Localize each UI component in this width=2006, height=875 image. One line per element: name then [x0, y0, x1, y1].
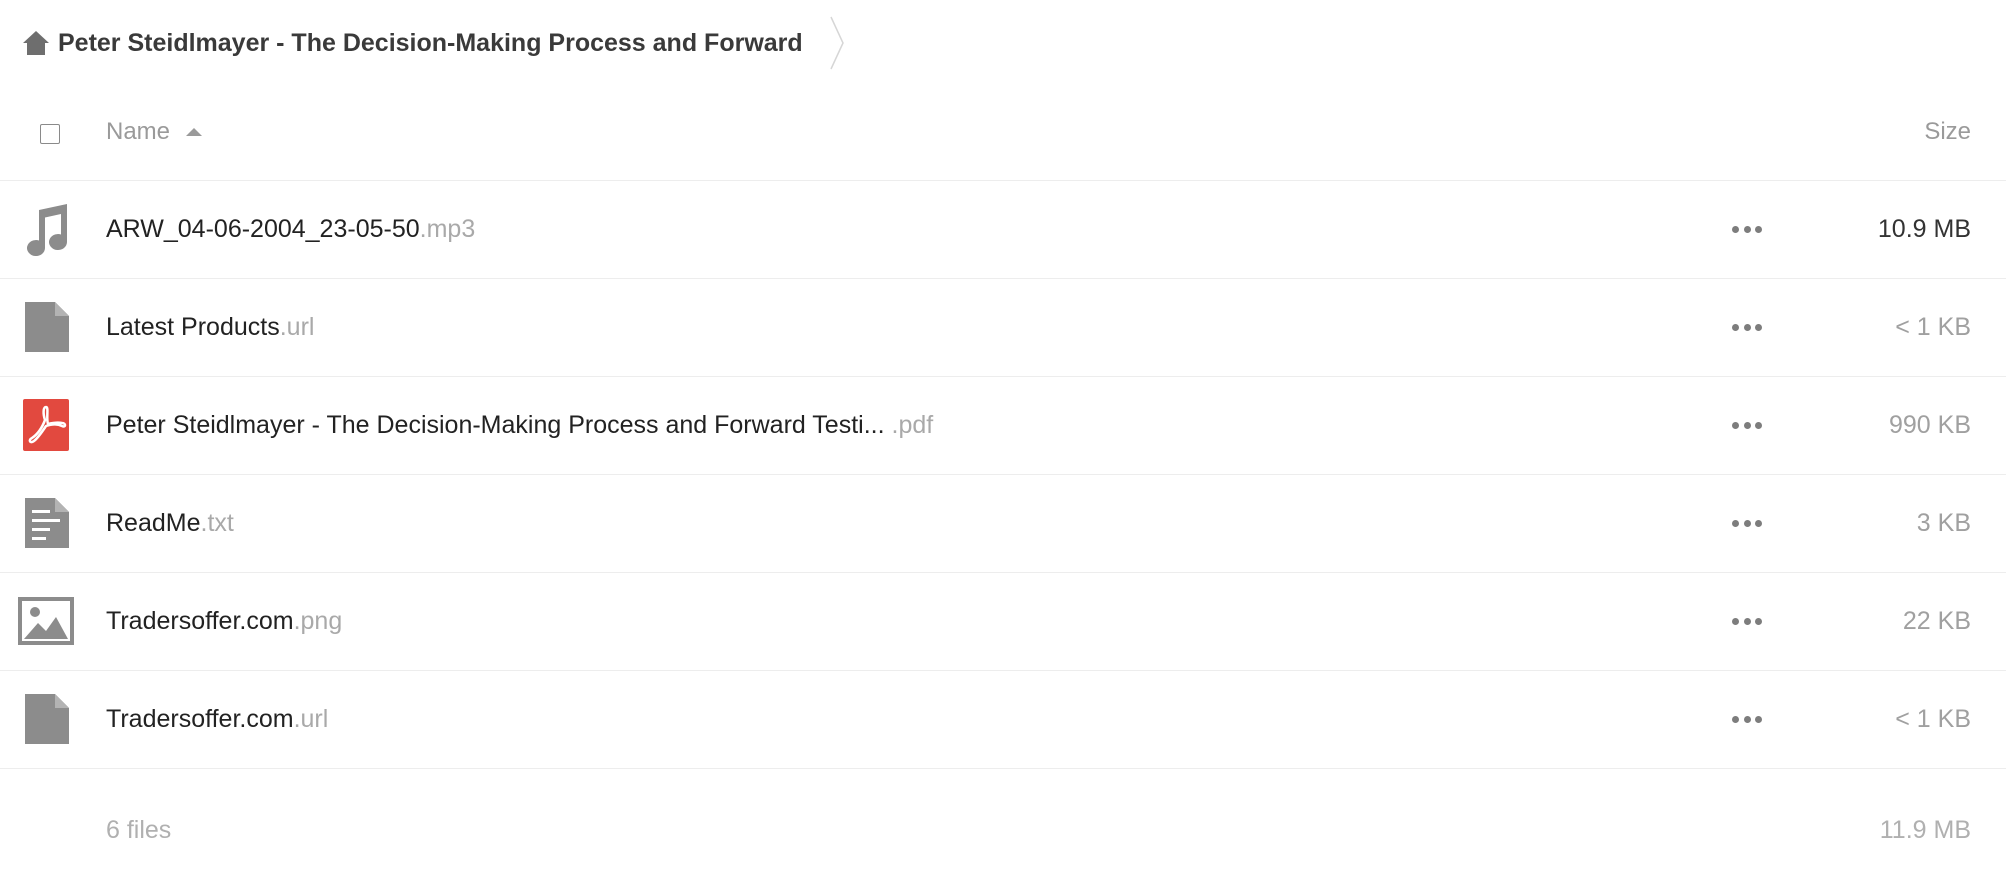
file-row[interactable]: Tradersoffer.com.url < 1 KB — [0, 671, 2006, 769]
file-size: < 1 KB — [1895, 313, 1971, 341]
more-actions-icon[interactable] — [1732, 711, 1762, 727]
more-actions-icon[interactable] — [1732, 417, 1762, 433]
image-file-icon — [18, 593, 74, 649]
sort-ascending-icon — [186, 128, 203, 136]
generic-file-icon — [18, 691, 74, 747]
pdf-file-icon — [18, 397, 74, 453]
file-name: Tradersoffer.com.url — [106, 705, 329, 733]
file-list-header: Name Size — [0, 88, 2006, 181]
size-column-header[interactable]: Size — [1924, 118, 1971, 146]
file-name: ReadMe.txt — [106, 509, 234, 537]
breadcrumb-separator-icon — [829, 16, 844, 70]
file-list-summary: 6 files 11.9 MB — [0, 780, 2006, 875]
breadcrumb-current-folder[interactable]: Peter Steidlmayer - The Decision-Making … — [58, 29, 803, 58]
audio-file-icon — [18, 201, 74, 257]
text-file-icon — [18, 495, 74, 551]
more-actions-icon[interactable] — [1732, 319, 1762, 335]
total-size: 11.9 MB — [1879, 816, 1971, 844]
more-actions-icon[interactable] — [1732, 515, 1762, 531]
file-name: ARW_04-06-2004_23-05-50.mp3 — [106, 215, 476, 243]
file-row[interactable]: ARW_04-06-2004_23-05-50.mp3 10.9 MB — [0, 181, 2006, 279]
name-column-label: Name — [106, 118, 171, 145]
file-count: 6 files — [106, 816, 172, 844]
file-name: Latest Products.url — [106, 313, 315, 341]
name-column-header[interactable]: Name — [106, 118, 203, 146]
more-actions-icon[interactable] — [1732, 613, 1762, 629]
file-size: 22 KB — [1902, 607, 1971, 635]
file-name: Tradersoffer.com.png — [106, 607, 343, 635]
breadcrumb: Peter Steidlmayer - The Decision-Making … — [0, 0, 845, 86]
file-row[interactable]: Tradersoffer.com.png 22 KB — [0, 573, 2006, 671]
file-size: 3 KB — [1916, 509, 1971, 537]
generic-file-icon — [18, 299, 74, 355]
file-size: 990 KB — [1888, 411, 1971, 439]
file-name: Peter Steidlmayer - The Decision-Making … — [106, 411, 934, 439]
file-size: 10.9 MB — [1877, 215, 1971, 243]
file-row[interactable]: Peter Steidlmayer - The Decision-Making … — [0, 377, 2006, 475]
file-row[interactable]: ReadMe.txt 3 KB — [0, 475, 2006, 573]
file-row[interactable]: Latest Products.url < 1 KB — [0, 279, 2006, 377]
more-actions-icon[interactable] — [1732, 221, 1762, 237]
home-icon[interactable] — [20, 27, 52, 59]
select-all-checkbox[interactable] — [40, 124, 60, 144]
file-size: < 1 KB — [1895, 705, 1971, 733]
